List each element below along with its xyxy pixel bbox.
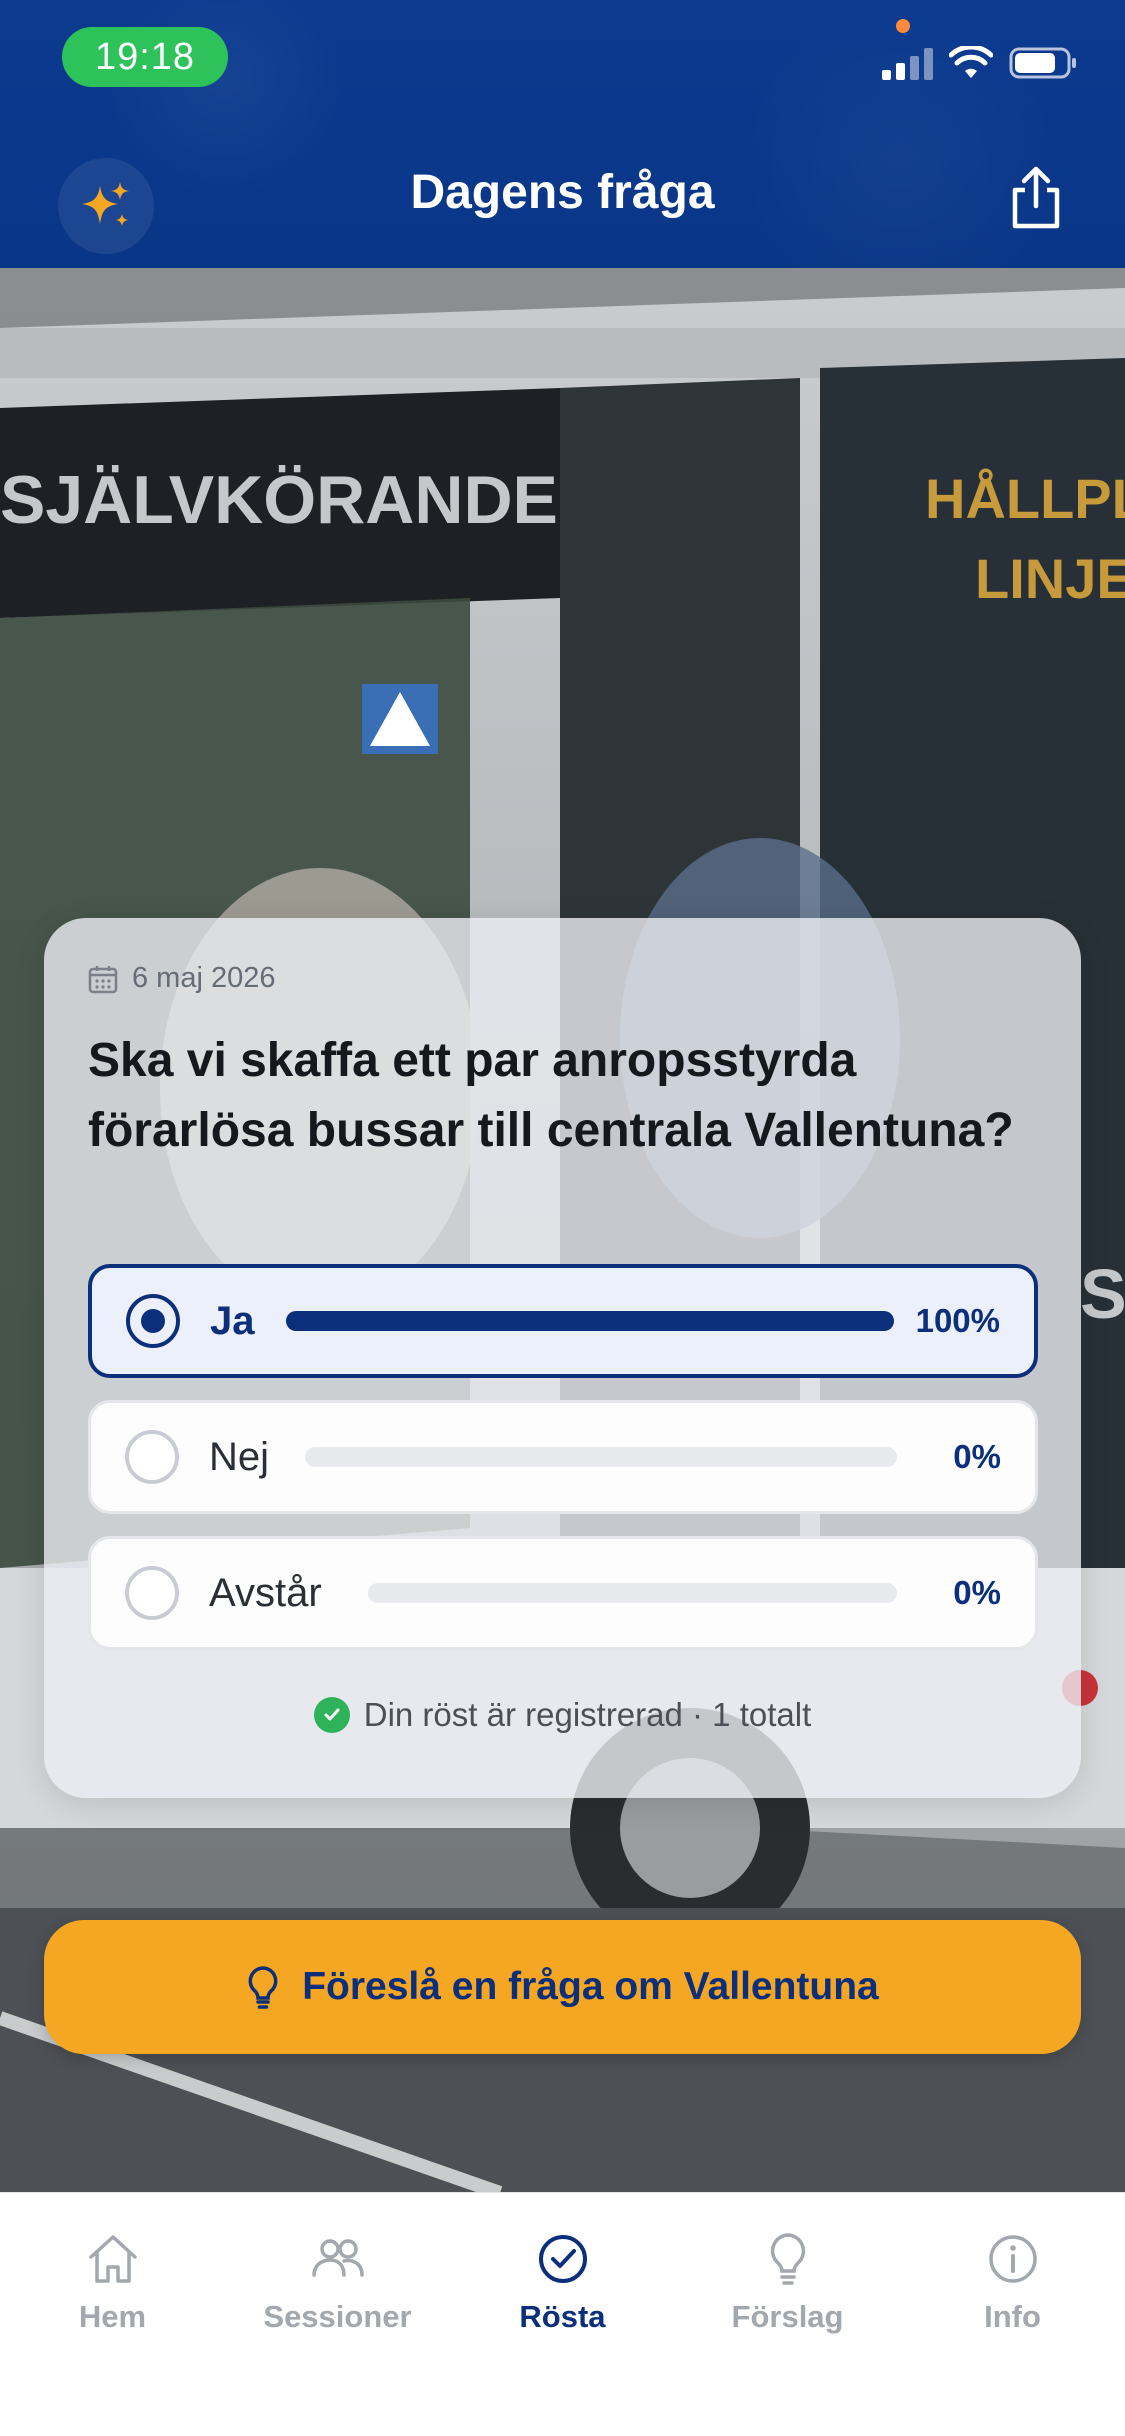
battery-icon [1009,47,1076,79]
tab-label: Förslag [731,2299,844,2334]
bus-side-text: SJÄLVKÖRANDE [0,462,558,538]
radio-selected-icon [126,1294,180,1348]
option-label: Avstår [209,1570,322,1615]
radio-unselected-icon [125,1430,179,1484]
tab-label: Hem [78,2299,147,2334]
option-label: Nej [209,1434,270,1479]
privacy-indicator-dot [896,19,910,33]
tab-label: Info [984,2299,1041,2334]
question-text: Ska vi skaffa ett par anropsstyrda förar… [88,1034,1014,1157]
result-bar [305,1447,897,1467]
option-nej[interactable]: Nej 0% [88,1400,1038,1514]
status-icons [882,46,1079,80]
info-icon [988,2235,1037,2283]
calendar-icon [88,965,118,993]
page-title: Dagens fråga [410,166,715,219]
tab-info[interactable]: Info [900,2229,1125,2335]
lightbulb-icon [248,1966,278,2009]
app-header: 19:18 Dagens fråga [0,0,1125,268]
option-percent: 0% [953,1438,1001,1475]
tab-rosta[interactable]: Rösta [450,2229,675,2335]
tab-hem[interactable]: Hem [0,2229,225,2335]
date-row: 6 maj 2026 [88,962,276,995]
share-button[interactable] [1005,164,1067,232]
question-date: 6 maj 2026 [132,962,276,994]
lightbulb-icon [770,2233,805,2285]
vote-card: 6 maj 2026 Ska vi skaffa ett par anropss… [44,918,1081,1798]
registered-text: Din röst är registrerad · 1 totalt [363,1696,812,1733]
status-time: 19:18 [62,27,228,87]
destination-text-2: LINJE [975,547,1125,610]
option-percent: 100% [915,1302,1000,1339]
result-bar-fill [286,1311,894,1331]
option-label: Ja [210,1298,255,1343]
result-bar [286,1311,894,1331]
tab-label: Rösta [519,2299,606,2334]
tab-sessioner[interactable]: Sessioner [225,2229,450,2335]
result-bar [368,1583,897,1603]
tab-label: Sessioner [263,2299,412,2334]
home-icon [88,2235,137,2283]
option-percent: 0% [953,1574,1001,1611]
suggest-question-button[interactable]: Föreslå en fråga om Vallentuna [44,1920,1081,2054]
cellular-signal-icon [882,46,933,80]
tab-bar: Hem Sessioner Rösta Förslag Info [0,2192,1125,2436]
option-avstar[interactable]: Avstår 0% [88,1536,1038,1650]
option-ja[interactable]: Ja 100% [88,1264,1038,1378]
check-icon [313,1697,350,1733]
share-icon [1012,166,1060,229]
radio-unselected-icon [125,1566,179,1620]
check-circle-icon [538,2235,587,2283]
vote-registered-status: Din röst är registrerad · 1 totalt [44,1696,1081,1734]
people-icon [311,2239,364,2277]
destination-text-1: HÅLLPLA [925,467,1125,530]
bus-side-text-small: SJ [1080,1255,1125,1333]
tab-forslag[interactable]: Förslag [675,2229,900,2335]
wifi-icon [949,46,993,78]
suggest-button-label: Föreslå en fråga om Vallentuna [302,1965,879,2008]
